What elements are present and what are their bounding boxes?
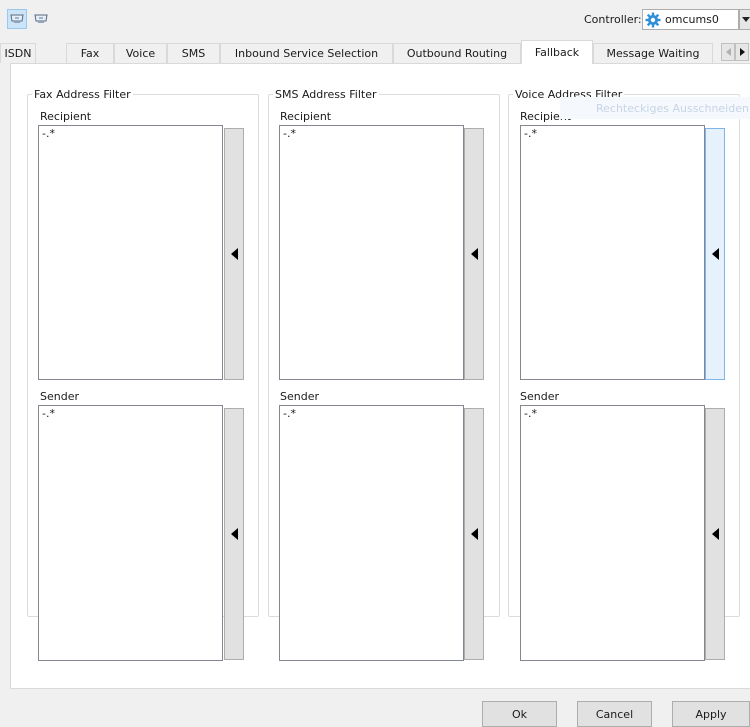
arrow-left-icon [711, 528, 719, 540]
list-item[interactable]: -.* [524, 127, 537, 140]
network-device-icon [34, 14, 48, 23]
list-item[interactable]: -.* [524, 407, 537, 420]
arrow-left-icon [230, 248, 238, 260]
tab-fax[interactable]: Fax [66, 43, 114, 63]
tab-label: Fallback [534, 46, 580, 59]
controller-label: Controller: [584, 13, 642, 26]
tab-outbound-routing[interactable]: Outbound Routing [393, 43, 521, 63]
tab-message-waiting[interactable]: Message Waiting [593, 43, 713, 63]
tab-label: Message Waiting [606, 47, 700, 60]
fax-sender-list[interactable]: -.* [38, 405, 223, 661]
voice-sender-add-button[interactable] [705, 408, 725, 660]
tab-label: Outbound Routing [406, 47, 508, 60]
tab-label: Fax [80, 47, 100, 60]
connect-button[interactable] [7, 9, 27, 29]
tab-scroll-left-button[interactable] [721, 43, 735, 61]
arrow-left-icon [470, 248, 478, 260]
ok-button[interactable]: Ok [482, 701, 557, 727]
tab-label: SMS [181, 47, 206, 60]
voice-sender-list[interactable]: -.* [520, 405, 705, 661]
sender-label: Sender [280, 390, 319, 403]
voice-recipient-add-button[interactable] [705, 128, 725, 380]
recipient-label: Recipient [40, 110, 92, 123]
chevron-right-icon [739, 48, 745, 56]
arrow-left-icon [230, 528, 238, 540]
sms-sender-add-button[interactable] [464, 408, 484, 660]
arrow-left-icon [711, 248, 719, 260]
voice-recipient-list[interactable]: -.* [520, 125, 705, 380]
list-item[interactable]: -.* [283, 407, 296, 420]
tab-label: Voice [125, 47, 156, 60]
chevron-left-icon [725, 48, 731, 56]
sender-label: Sender [40, 390, 79, 403]
list-item[interactable]: -.* [42, 407, 55, 420]
fax-sender-add-button[interactable] [224, 408, 244, 660]
tab-bar: ISDN Fax Voice SMS Inbound Service Selec… [0, 40, 750, 64]
sms-recipient-list[interactable]: -.* [279, 125, 464, 380]
controller-select[interactable]: omcums0 [642, 9, 739, 30]
tab-voice[interactable]: Voice [114, 43, 167, 63]
apply-button[interactable]: Apply [672, 701, 750, 727]
group-title: SMS Address Filter [275, 88, 377, 101]
disconnect-button[interactable] [31, 9, 51, 29]
sms-recipient-add-button[interactable] [464, 128, 484, 380]
fax-recipient-add-button[interactable] [224, 128, 244, 380]
tab-label: Inbound Service Selection [234, 47, 379, 60]
controller-dropdown-button[interactable] [739, 9, 750, 30]
tab-fallback[interactable]: Fallback [521, 40, 593, 64]
sms-sender-list[interactable]: -.* [279, 405, 464, 661]
cancel-button[interactable]: Cancel [577, 701, 652, 727]
tab-sms[interactable]: SMS [167, 43, 220, 63]
sender-label: Sender [520, 390, 559, 403]
controller-value: omcums0 [665, 13, 719, 26]
group-title: Fax Address Filter [34, 88, 131, 101]
toolbar: Controller: omcums0 [0, 0, 750, 40]
chevron-down-icon [742, 17, 750, 22]
recipient-label: Recipient [280, 110, 332, 123]
list-item[interactable]: -.* [283, 127, 296, 140]
network-device-icon [10, 14, 24, 23]
tab-scroll-right-button[interactable] [735, 43, 749, 61]
tab-inbound-service-selection[interactable]: Inbound Service Selection [220, 43, 393, 63]
snipping-overlay-text: Rechteckiges Ausschneiden [560, 97, 750, 119]
gear-icon [645, 12, 661, 27]
tab-label: ISDN [4, 47, 32, 60]
tab-isdn[interactable]: ISDN [0, 43, 36, 63]
list-item[interactable]: -.* [42, 127, 55, 140]
fax-recipient-list[interactable]: -.* [38, 125, 223, 380]
fallback-panel: Fax Address Filter Recipient -.* Sender … [10, 63, 750, 689]
arrow-left-icon [470, 528, 478, 540]
